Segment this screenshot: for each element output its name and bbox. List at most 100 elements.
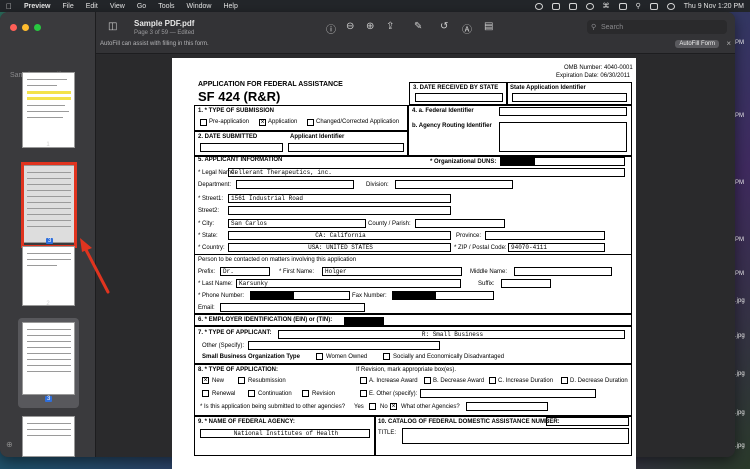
women-owned-checkbox[interactable] bbox=[316, 353, 323, 360]
revision-checkbox[interactable] bbox=[302, 390, 309, 397]
federal-identifier-field[interactable] bbox=[499, 107, 627, 116]
sidebar-toggle-icon[interactable]: ◫ bbox=[108, 21, 117, 32]
decrease-award-checkbox[interactable] bbox=[424, 377, 431, 384]
desktop-file-label[interactable]: .jpg bbox=[735, 298, 745, 304]
document-title[interactable]: Sample PDF.pdf bbox=[134, 19, 194, 28]
battery-icon[interactable] bbox=[618, 2, 627, 10]
agency-routing-field[interactable] bbox=[499, 122, 627, 152]
pre-application-checkbox[interactable] bbox=[200, 119, 207, 126]
desktop-file-label[interactable]: .jpg bbox=[735, 443, 745, 449]
resubmission-checkbox[interactable] bbox=[238, 377, 245, 384]
desktop-file-label[interactable]: PM bbox=[735, 237, 744, 243]
page-thumbnail[interactable] bbox=[22, 246, 75, 306]
what-agencies-field[interactable] bbox=[466, 402, 548, 411]
zoom-out-icon[interactable]: ⊖ bbox=[346, 21, 354, 32]
app-menu[interactable]: Preview bbox=[24, 3, 50, 10]
rotate-icon[interactable]: ↺ bbox=[440, 21, 448, 32]
menu-window[interactable]: Window bbox=[187, 3, 212, 10]
street2-field[interactable] bbox=[228, 206, 451, 215]
duns-field[interactable] bbox=[500, 157, 625, 166]
desktop-file-label[interactable]: PM bbox=[735, 271, 744, 277]
first-name-field[interactable]: Holger bbox=[322, 267, 462, 276]
siri-icon[interactable] bbox=[666, 2, 675, 10]
page-thumbnail[interactable] bbox=[22, 72, 75, 148]
clock[interactable]: Thu 9 Nov 1:20 PM bbox=[684, 3, 744, 10]
desktop-file-label[interactable]: PM bbox=[735, 113, 744, 119]
federal-agency-field[interactable]: National Institutes of Health bbox=[200, 429, 370, 438]
add-page-icon[interactable]: ⊕ bbox=[6, 440, 13, 449]
display-icon[interactable] bbox=[568, 2, 577, 10]
search-field[interactable]: ⚲ Search bbox=[587, 20, 727, 34]
menu-view[interactable]: View bbox=[110, 3, 125, 10]
applicant-type-field[interactable]: R: Small Business bbox=[278, 330, 625, 339]
increase-award-checkbox[interactable] bbox=[360, 377, 367, 384]
changed-checkbox[interactable] bbox=[307, 119, 314, 126]
wifi-icon[interactable]: ⌘ bbox=[603, 2, 610, 10]
middle-name-field[interactable] bbox=[514, 267, 612, 276]
zoom-in-icon[interactable]: ⊕ bbox=[366, 21, 374, 32]
page-thumbnail[interactable] bbox=[22, 322, 75, 395]
no-checkbox[interactable]: × bbox=[390, 403, 397, 410]
page-thumbnail[interactable] bbox=[22, 416, 75, 457]
desktop-file-label[interactable]: .jpg bbox=[735, 371, 745, 377]
highlight-icon[interactable]: Ⓐ bbox=[462, 21, 472, 36]
markup-pen-icon[interactable]: ✎ bbox=[414, 21, 422, 32]
street1-field[interactable]: 1561 Industrial Road bbox=[228, 194, 451, 203]
zoom-button[interactable] bbox=[34, 24, 41, 31]
county-field[interactable] bbox=[415, 219, 505, 228]
minimize-button[interactable] bbox=[22, 24, 29, 31]
desktop-file-label[interactable]: .jpg bbox=[735, 333, 745, 339]
yes-checkbox[interactable] bbox=[369, 403, 376, 410]
zip-field[interactable]: 94070-4111 bbox=[508, 243, 605, 252]
suffix-field[interactable] bbox=[501, 279, 551, 288]
socially-checkbox[interactable] bbox=[383, 353, 390, 360]
form-fill-icon[interactable]: ▤ bbox=[484, 21, 493, 32]
desktop-file-label[interactable]: PM bbox=[735, 40, 744, 46]
prefix-field[interactable]: Dr. bbox=[220, 267, 270, 276]
other-revision-checkbox[interactable] bbox=[360, 390, 367, 397]
state-field[interactable]: CA: California bbox=[228, 231, 451, 240]
other-specify-field[interactable] bbox=[248, 341, 440, 350]
status-icon[interactable] bbox=[534, 2, 543, 10]
cfda-number-field[interactable] bbox=[546, 417, 629, 426]
division-field[interactable] bbox=[395, 180, 513, 189]
increase-duration-checkbox[interactable] bbox=[489, 377, 496, 384]
city-field[interactable]: San Carlos bbox=[228, 219, 366, 228]
desktop-file-label[interactable]: PM bbox=[735, 180, 744, 186]
email-field[interactable] bbox=[220, 303, 365, 312]
close-button[interactable] bbox=[10, 24, 17, 31]
close-banner-icon[interactable]: × bbox=[726, 39, 731, 48]
info-icon[interactable]: ⓘ bbox=[326, 21, 336, 36]
application-checkbox[interactable]: × bbox=[259, 119, 266, 126]
screen-icon[interactable] bbox=[551, 2, 560, 10]
control-center-icon[interactable] bbox=[649, 2, 658, 10]
decrease-duration-checkbox[interactable] bbox=[561, 377, 568, 384]
legal-name-field[interactable]: Cellerant Therapeutics, inc. bbox=[228, 168, 625, 177]
menu-edit[interactable]: Edit bbox=[86, 3, 98, 10]
applicant-id-field[interactable] bbox=[288, 143, 404, 152]
cfda-title-field[interactable] bbox=[402, 428, 629, 444]
phone-field[interactable] bbox=[250, 291, 350, 300]
new-checkbox[interactable]: × bbox=[202, 377, 209, 384]
desktop-file-label[interactable]: .jpg bbox=[735, 410, 745, 416]
autofill-form-button[interactable]: AutoFill Form bbox=[675, 40, 719, 48]
continuation-checkbox[interactable] bbox=[248, 390, 255, 397]
country-field[interactable]: USA: UNITED STATES bbox=[228, 243, 451, 252]
date-submitted-field[interactable] bbox=[200, 143, 283, 152]
date-received-field[interactable] bbox=[415, 93, 503, 102]
menu-tools[interactable]: Tools bbox=[158, 3, 174, 10]
fax-field[interactable] bbox=[392, 291, 494, 300]
state-app-id-field[interactable] bbox=[512, 93, 627, 102]
other-revision-field[interactable] bbox=[420, 389, 596, 398]
menu-file[interactable]: File bbox=[62, 3, 73, 10]
menu-help[interactable]: Help bbox=[223, 3, 237, 10]
province-field[interactable] bbox=[485, 231, 605, 240]
search-menu-icon[interactable]: ⚲ bbox=[636, 2, 641, 10]
share-icon[interactable]: ⇪ bbox=[386, 21, 394, 32]
renewal-checkbox[interactable] bbox=[202, 390, 209, 397]
apple-menu-icon[interactable]:  bbox=[6, 2, 12, 11]
account-icon[interactable] bbox=[585, 2, 594, 10]
last-name-field[interactable]: Karsunky bbox=[236, 279, 461, 288]
department-field[interactable] bbox=[236, 180, 354, 189]
menu-go[interactable]: Go bbox=[137, 3, 146, 10]
